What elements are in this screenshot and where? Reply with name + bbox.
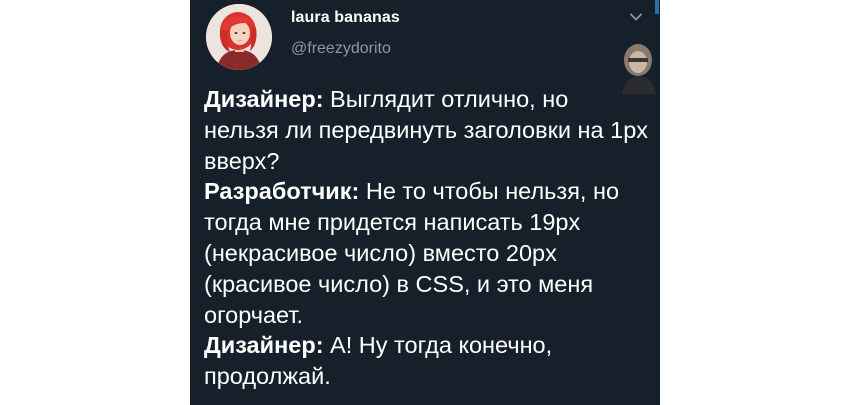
scroll-indicator[interactable]	[655, 0, 659, 14]
speaker-label: Разработчик:	[204, 178, 360, 205]
avatar-image	[206, 4, 272, 70]
tweet-card: laura bananas @freezydorito Дизайнер: Вы…	[190, 0, 660, 405]
speaker-label: Дизайнер:	[204, 332, 324, 359]
tweet-text: Дизайнер: Выглядит отлично, но нельзя ли…	[204, 84, 648, 392]
chevron-down-icon[interactable]	[627, 8, 645, 26]
author-name[interactable]: laura bananas	[291, 9, 400, 27]
avatar[interactable]	[206, 4, 272, 70]
author-handle[interactable]: @freezydorito	[291, 40, 391, 58]
peek-avatar	[620, 42, 660, 94]
tweet-line-designer-2: Дизайнер: А! Ну тогда конечно, продолжай…	[204, 330, 648, 392]
speaker-label: Дизайнер:	[204, 86, 324, 112]
tweet-line-designer-1: Дизайнер: Выглядит отлично, но нельзя ли…	[204, 84, 648, 176]
tweet-line-developer: Разработчик: Не то чтобы нельзя, но тогд…	[204, 176, 648, 330]
